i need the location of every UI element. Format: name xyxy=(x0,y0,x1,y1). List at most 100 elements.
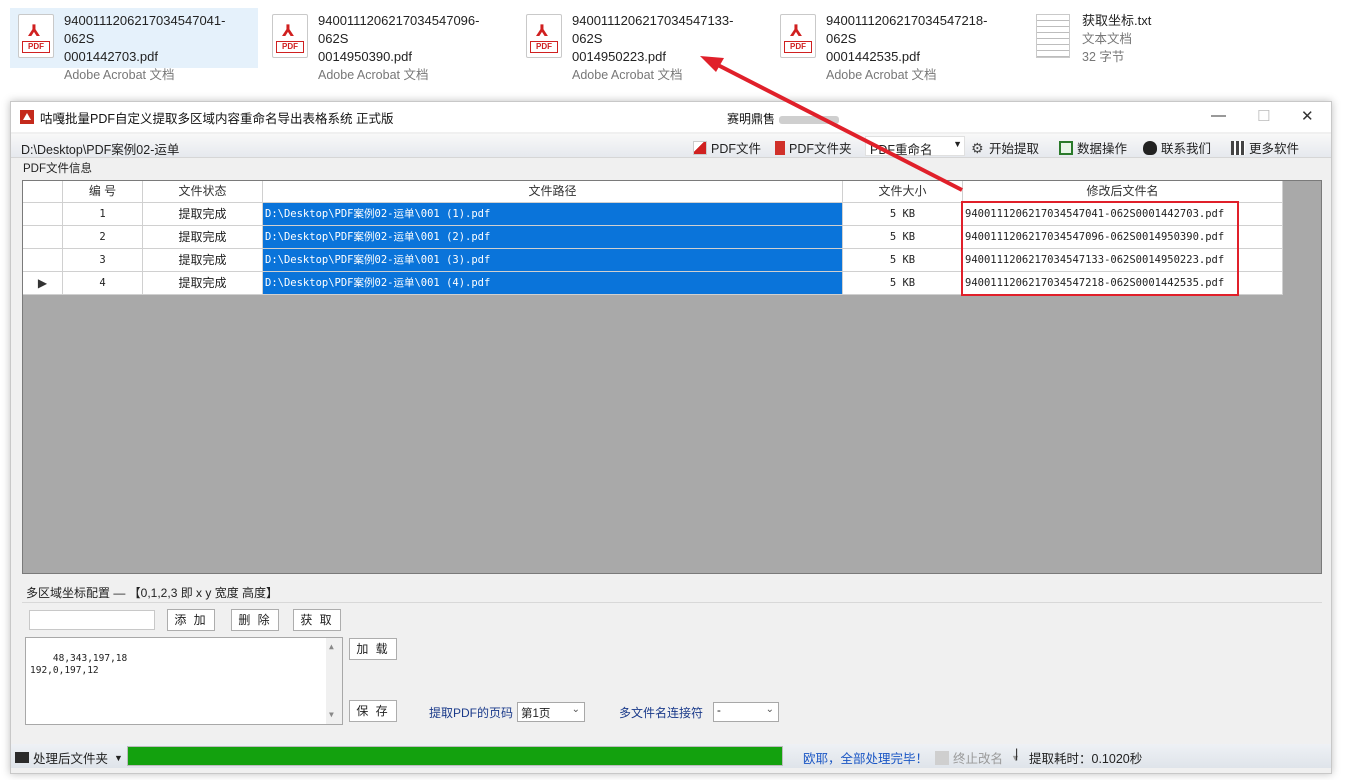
file-type: Adobe Acrobat 文档 xyxy=(572,68,683,82)
file-item-3[interactable]: ⅄ PDF 940011120621703454713​3-062S 001495… xyxy=(518,8,766,82)
page-label: 提取PDF的页码 xyxy=(429,706,514,720)
col-header-new-name[interactable]: 修改后文件名 xyxy=(963,181,1283,203)
joiner-select[interactable]: - ⌄ xyxy=(713,702,779,722)
delete-button[interactable]: 删 除 xyxy=(231,609,279,631)
coord-input[interactable] xyxy=(29,610,155,630)
col-header-size[interactable]: 文件大小 xyxy=(843,181,963,203)
maximize-button[interactable]: ☐ xyxy=(1257,107,1270,125)
dropdown-arrow-icon: ▼ xyxy=(114,752,123,763)
coord-list-text: 48,343,197,18 192,0,197,12 xyxy=(30,653,128,676)
cell-status[interactable]: 提取完成 xyxy=(143,226,263,249)
grid-header: 编 号 文件状态 文件路径 文件大小 修改后文件名 xyxy=(23,181,1283,203)
cell-status[interactable]: 提取完成 xyxy=(143,203,263,226)
row-selector[interactable] xyxy=(23,249,63,272)
file-grid[interactable]: 编 号 文件状态 文件路径 文件大小 修改后文件名 1 提取完成 D:\Desk… xyxy=(22,180,1322,574)
cell-size[interactable]: 5 KB xyxy=(843,226,963,249)
file-size: 32 字节 xyxy=(1082,50,1125,64)
cell-no[interactable]: 2 xyxy=(63,226,143,249)
file-name-line1: 940011120621703454713​3-062S xyxy=(572,13,734,46)
file-item-1[interactable]: ⅄ PDF 94001112062170345470​41-062S 000144… xyxy=(10,8,258,82)
chevron-down-icon: ⌄ xyxy=(571,704,580,715)
current-path: D:\Desktop\PDF案例02-运单 xyxy=(21,143,180,157)
pdf-file-button[interactable]: PDF文件 xyxy=(693,138,761,157)
data-ops-button[interactable]: 数据操作 xyxy=(1059,138,1127,157)
file-item-2[interactable]: ⅄ PDF 94001112062170345470​96-062S 001495… xyxy=(264,8,512,82)
file-type: Adobe Acrobat 文档 xyxy=(64,68,175,82)
pdf-file-icon: ⅄ PDF xyxy=(272,14,308,58)
cell-no[interactable]: 1 xyxy=(63,203,143,226)
data-icon xyxy=(1059,140,1073,155)
file-item-txt[interactable]: 获取坐标.txt 文本文档 32 字节 xyxy=(1028,8,1178,68)
file-type: 文本文档 xyxy=(1082,32,1133,46)
gear-icon: ⚙ xyxy=(971,139,984,156)
folder-icon xyxy=(15,752,29,763)
cell-new-name[interactable]: 940011120621703454​7096-062S0014950390.p… xyxy=(963,226,1283,249)
rename-mode-select[interactable]: PDF重命名 ▼ xyxy=(865,136,965,157)
cell-path[interactable]: D:\Desktop\PDF案例02-运单\001 (1).pdf xyxy=(263,203,843,226)
start-extract-button[interactable]: ⚙ 开始提取 xyxy=(971,138,1039,157)
file-name-line2: 0014950223.pdf xyxy=(572,49,666,64)
cell-path[interactable]: D:\Desktop\PDF案例02-运单\001 (3).pdf xyxy=(263,249,843,272)
cell-no[interactable]: 4 xyxy=(63,272,143,295)
coord-list[interactable]: 48,343,197,18 192,0,197,12 ▲ ▼ xyxy=(25,637,343,725)
app-logo-icon xyxy=(20,110,34,124)
get-button[interactable]: 获 取 xyxy=(293,609,341,631)
file-explorer: ⅄ PDF 94001112062170345470​41-062S 000144… xyxy=(0,0,1364,100)
file-name: 获取坐标.txt xyxy=(1082,13,1152,28)
table-row[interactable]: 3 提取完成 D:\Desktop\PDF案例02-运单\001 (3).pdf… xyxy=(23,249,1283,272)
page-select[interactable]: 第1页 ⌄ xyxy=(517,702,585,722)
file-name-line1: 94001112062170345470​96-062S xyxy=(318,13,480,46)
dropdown-arrow-icon: ▼ xyxy=(953,139,962,149)
window-title: 咕嘎批量PDF自定义提取多区域内容重命名导出表格系统 正式版 xyxy=(40,111,394,126)
cell-new-name[interactable]: 940011120621703454​7218-062S0001442535.p… xyxy=(963,272,1283,295)
col-header-selector xyxy=(23,181,63,203)
cell-status[interactable]: 提取完成 xyxy=(143,249,263,272)
status-message: 欧耶，全部处理完毕！ xyxy=(803,752,929,766)
minimize-button[interactable]: — xyxy=(1211,107,1226,124)
scroll-up-icon[interactable]: ▲ xyxy=(329,641,334,653)
stop-rename-button[interactable]: 终止改名 ▼ xyxy=(935,748,1020,767)
status-bar: 处理后文件夹 ▼ 欧耶，全部处理完毕！ 终止改名 ▼ | 提取耗时：0.1020秒 xyxy=(11,744,1331,768)
save-button[interactable]: 保 存 xyxy=(349,700,397,722)
progress-bar xyxy=(127,746,783,766)
file-name-line1: 94001112062170345470​41-062S xyxy=(64,13,226,46)
title-bar[interactable]: 咕嘎批量PDF自定义提取多区域内容重命名导出表格系统 正式版 赛明鼎售 — ☐ … xyxy=(11,102,1331,132)
grid-icon xyxy=(1231,140,1245,155)
row-selector[interactable] xyxy=(23,226,63,249)
row-selector[interactable] xyxy=(23,203,63,226)
table-row[interactable]: 2 提取完成 D:\Desktop\PDF案例02-运单\001 (2).pdf… xyxy=(23,226,1283,249)
row-selector[interactable]: ▶ xyxy=(23,272,63,295)
file-item-4[interactable]: ⅄ PDF 940011120621703454721​8-062S 000144… xyxy=(772,8,1020,82)
col-header-status[interactable]: 文件状态 xyxy=(143,181,263,203)
cell-new-name[interactable]: 940011120621703454​7041-062S0001442703.p… xyxy=(963,203,1283,226)
col-header-path[interactable]: 文件路径 xyxy=(263,181,843,203)
table-row[interactable]: 1 提取完成 D:\Desktop\PDF案例02-运单\001 (1).pdf… xyxy=(23,203,1283,226)
file-type: Adobe Acrobat 文档 xyxy=(826,68,937,82)
file-name-line2: 0014950390.pdf xyxy=(318,49,412,64)
output-folder-button[interactable]: 处理后文件夹 ▼ xyxy=(15,748,123,767)
table-row[interactable]: ▶ 4 提取完成 D:\Desktop\PDF案例02-运单\001 (4).p… xyxy=(23,272,1283,295)
pdf-file-icon: ⅄ PDF xyxy=(780,14,816,58)
add-button[interactable]: 添 加 xyxy=(167,609,215,631)
scroll-down-icon[interactable]: ▼ xyxy=(329,709,334,721)
cell-size[interactable]: 5 KB xyxy=(843,272,963,295)
cell-new-name[interactable]: 940011120621703454​7133-062S0014950223.p… xyxy=(963,249,1283,272)
scrollbar[interactable]: ▲ ▼ xyxy=(326,638,342,724)
cell-no[interactable]: 3 xyxy=(63,249,143,272)
pdf-folder-button[interactable]: PDF文件夹 xyxy=(775,138,852,157)
cell-path[interactable]: D:\Desktop\PDF案例02-运单\001 (2).pdf xyxy=(263,226,843,249)
contact-button[interactable]: 联系我们 xyxy=(1143,138,1211,157)
cell-size[interactable]: 5 KB xyxy=(843,249,963,272)
grid-group-label: PDF文件信息 xyxy=(23,163,92,175)
col-header-no[interactable]: 编 号 xyxy=(63,181,143,203)
close-button[interactable]: ✕ xyxy=(1301,107,1314,125)
load-button[interactable]: 加 载 xyxy=(349,638,397,660)
pdf-file-icon: ⅄ PDF xyxy=(18,14,54,58)
cell-path[interactable]: D:\Desktop\PDF案例02-运单\001 (4).pdf xyxy=(263,272,843,295)
title-center-text: 赛明鼎售 xyxy=(727,110,840,127)
cell-status[interactable]: 提取完成 xyxy=(143,272,263,295)
more-software-button[interactable]: 更多软件 xyxy=(1231,138,1299,157)
toolbar: D:\Desktop\PDF案例02-运单 PDF文件 PDF文件夹 PDF重命… xyxy=(11,134,1331,158)
cell-size[interactable]: 5 KB xyxy=(843,203,963,226)
file-name-line1: 940011120621703454721​8-062S xyxy=(826,13,988,46)
